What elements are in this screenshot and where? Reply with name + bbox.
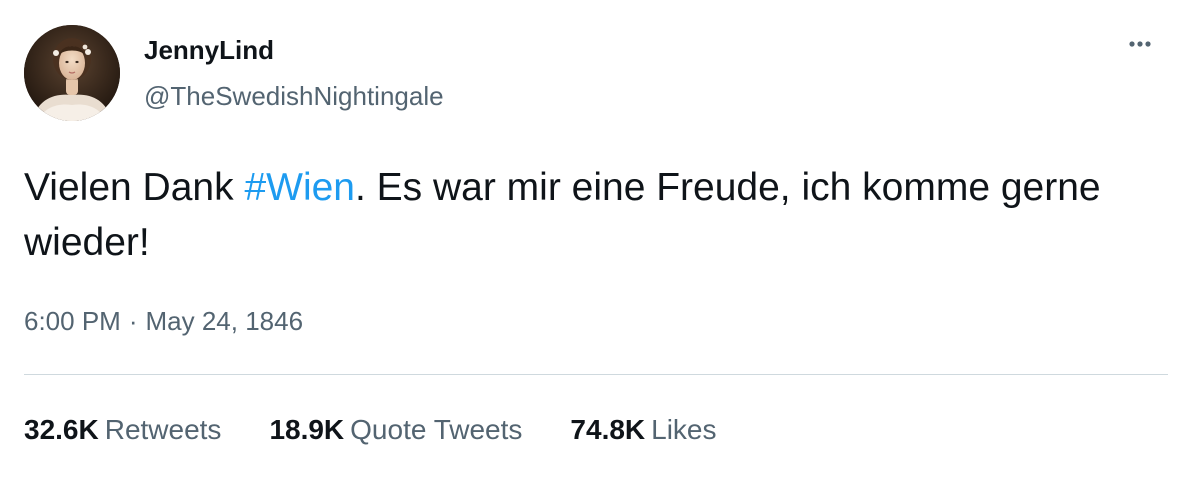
likes-count: 74.8K [570, 414, 646, 445]
quote-tweets-count: 18.9K [269, 414, 345, 445]
hashtag-link[interactable]: #Wien [244, 166, 355, 209]
timestamp-separator: · [128, 306, 138, 336]
tweet-timestamp: 6:00 PM · May 24, 1846 [24, 306, 303, 337]
quote-tweets-stat[interactable]: 18.9K Quote Tweets [269, 414, 522, 446]
display-name[interactable]: JennyLind [144, 35, 274, 66]
engagement-stats: 32.6K Retweets 18.9K Quote Tweets 74.8K Lik… [24, 414, 717, 446]
retweets-stat[interactable]: 32.6K Retweets [24, 414, 221, 446]
tweet-text: Vielen Dank #Wien. Es war mir eine Freud… [24, 160, 1164, 270]
avatar[interactable] [24, 25, 120, 121]
likes-stat[interactable]: 74.8K Likes [570, 414, 716, 446]
divider [24, 374, 1168, 375]
more-horizontal-icon [1129, 41, 1151, 47]
retweets-count: 32.6K [24, 414, 99, 445]
portrait-avatar [24, 25, 120, 121]
tweet-date-link[interactable]: May 24, 1846 [146, 306, 304, 336]
quote-tweets-label: Quote Tweets [350, 414, 523, 445]
tweet-card: JennyLind @TheSwedishNightingale Vielen … [0, 0, 1192, 483]
user-handle[interactable]: @TheSwedishNightingale [144, 81, 444, 112]
more-options-button[interactable] [1120, 28, 1160, 64]
tweet-time-link[interactable]: 6:00 PM [24, 306, 121, 336]
tweet-text-start: Vielen Dank [24, 166, 245, 209]
retweets-label: Retweets [104, 414, 222, 445]
likes-label: Likes [651, 414, 717, 445]
